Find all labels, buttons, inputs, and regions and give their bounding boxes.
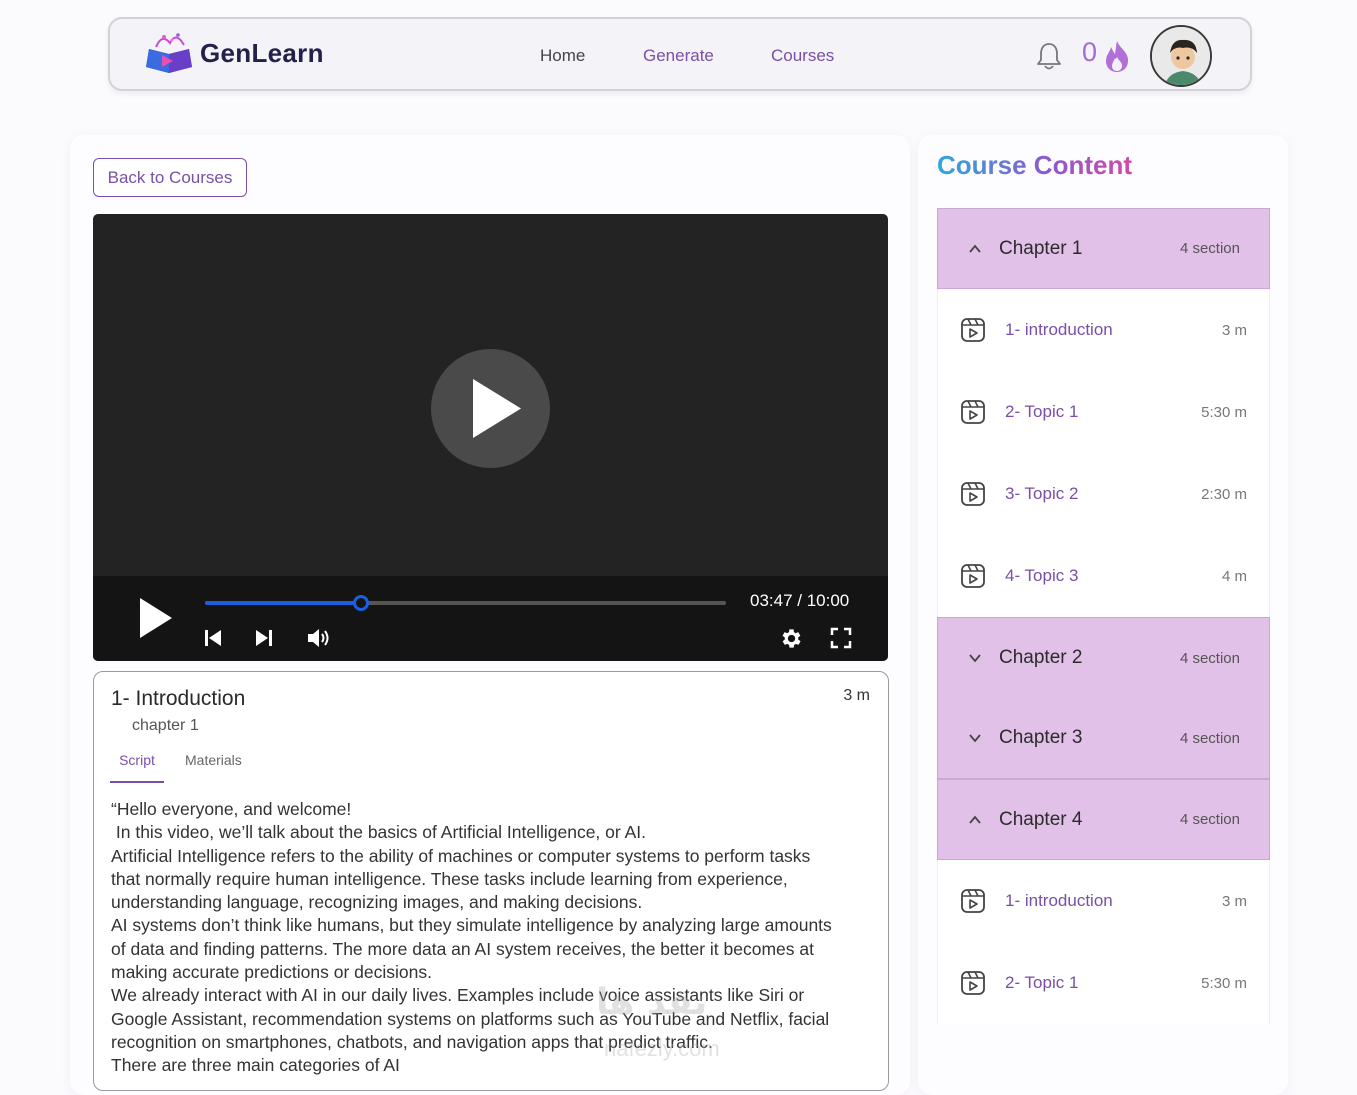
chapter-section-count: 4 section [1179, 811, 1240, 828]
lesson-item[interactable]: 4- Topic 3 4 m [938, 535, 1269, 617]
chapter-header[interactable]: Chapter 2 4 section [937, 617, 1270, 698]
chapter-name: Chapter 3 [999, 727, 1083, 748]
fullscreen-icon[interactable] [830, 627, 852, 649]
bell-icon[interactable] [1035, 41, 1063, 71]
course-content-title: Course Content [937, 150, 1132, 180]
avatar-icon [1152, 27, 1210, 85]
lesson-item[interactable]: 1- introduction 3 m [938, 860, 1269, 942]
lesson-item-time: 3 m [1221, 321, 1247, 339]
brand-logo[interactable]: GenLearn [142, 27, 324, 79]
chapter-section-count: 4 section [1179, 729, 1240, 747]
video-lesson-icon [961, 400, 985, 424]
user-avatar[interactable] [1150, 25, 1212, 87]
settings-gear-icon[interactable] [779, 626, 804, 651]
video-lesson-icon [961, 482, 985, 506]
chapter-header[interactable]: Chapter 4 4 section [937, 779, 1270, 860]
chapter-section-count: 4 section [1179, 240, 1240, 257]
lesson-item[interactable]: 1- introduction 3 m [938, 289, 1269, 371]
lesson-item-time: 5:30 m [1201, 403, 1247, 421]
video-lesson-icon [961, 971, 985, 995]
tab-materials[interactable]: Materials [185, 752, 242, 768]
skip-next-icon[interactable] [255, 628, 273, 648]
brand-name: GenLearn [200, 37, 324, 68]
nav-courses-link[interactable]: Courses [771, 46, 834, 66]
lesson-item-name: 4- Topic 3 [1005, 566, 1079, 585]
seek-thumb[interactable] [353, 595, 370, 611]
book-logo-icon [146, 33, 192, 73]
chapter-header[interactable]: Chapter 1 4 section [937, 208, 1270, 289]
lesson-duration: 3 m [843, 687, 870, 704]
chapter-accordion: Chapter 1 4 section 1- introduction 3 m … [937, 208, 1270, 1024]
lesson-item[interactable]: 2- Topic 1 5:30 m [938, 942, 1269, 1024]
lesson-item-time: 3 m [1221, 892, 1247, 910]
lesson-script-text: “Hello everyone, and welcome! In this vi… [111, 799, 832, 1076]
top-navbar: GenLearn Home Generate Courses 0 [108, 17, 1252, 91]
video-lesson-icon [961, 564, 985, 588]
chevron-up-icon [969, 815, 981, 824]
lesson-item-name: 2- Topic 1 [1005, 973, 1079, 992]
flame-icon [1106, 41, 1129, 72]
watermark-url: nafezly.com [604, 1036, 720, 1061]
lesson-item[interactable]: 3- Topic 2 2:30 m [938, 453, 1269, 535]
play-icon [473, 379, 521, 438]
lesson-title: 1- Introduction [111, 687, 246, 710]
back-to-courses-button[interactable]: Back to Courses [93, 158, 247, 197]
nav-home-link[interactable]: Home [540, 46, 585, 66]
chapter-name: Chapter 4 [999, 808, 1083, 830]
lesson-item-time: 5:30 m [1201, 974, 1247, 992]
lesson-details-card: 1- Introduction 3 m chapter 1 Script Mat… [93, 671, 889, 1091]
play-icon[interactable] [138, 596, 174, 640]
big-play-button[interactable] [431, 349, 550, 468]
lesson-item-name: 2- Topic 1 [1005, 402, 1079, 421]
lesson-item-time: 2:30 m [1201, 485, 1247, 503]
chevron-up-icon [969, 244, 981, 253]
player-controls: 03:47 / 10:00 [93, 576, 888, 661]
chevron-down-icon [969, 734, 981, 743]
video-player[interactable]: 03:47 / 10:00 [93, 214, 888, 661]
video-lesson-icon [961, 318, 985, 342]
nav-generate-link[interactable]: Generate [643, 46, 714, 66]
chapter-lesson-list: 1- introduction 3 m 2- Topic 1 5:30 m 3-… [937, 289, 1270, 617]
video-lesson-icon [961, 889, 985, 913]
chapter-lesson-list: 1- introduction 3 m 2- Topic 1 5:30 m [937, 860, 1270, 1024]
chapter-section-count: 4 section [1179, 649, 1240, 667]
tab-script[interactable]: Script [110, 752, 164, 783]
lesson-item-name: 3- Topic 2 [1005, 484, 1079, 503]
lesson-item-time: 4 m [1221, 567, 1247, 585]
seek-bar[interactable] [205, 595, 726, 611]
volume-icon[interactable] [306, 627, 332, 649]
streak-count: 0 [1082, 37, 1098, 67]
lesson-item-name: 1- introduction [1005, 320, 1113, 339]
playback-time: 03:47 / 10:00 [750, 591, 850, 610]
seek-bar-fill [205, 601, 362, 605]
lesson-item[interactable]: 2- Topic 1 5:30 m [938, 371, 1269, 453]
lesson-item-name: 1- introduction [1005, 891, 1113, 910]
lesson-chapter: chapter 1 [132, 717, 199, 734]
chapter-name: Chapter 1 [999, 237, 1083, 259]
watermark: نفذ ها [596, 982, 708, 1023]
chapter-header[interactable]: Chapter 3 4 section [937, 698, 1270, 779]
skip-previous-icon[interactable] [204, 628, 222, 648]
chapter-name: Chapter 2 [999, 647, 1083, 668]
chevron-down-icon [969, 654, 981, 663]
